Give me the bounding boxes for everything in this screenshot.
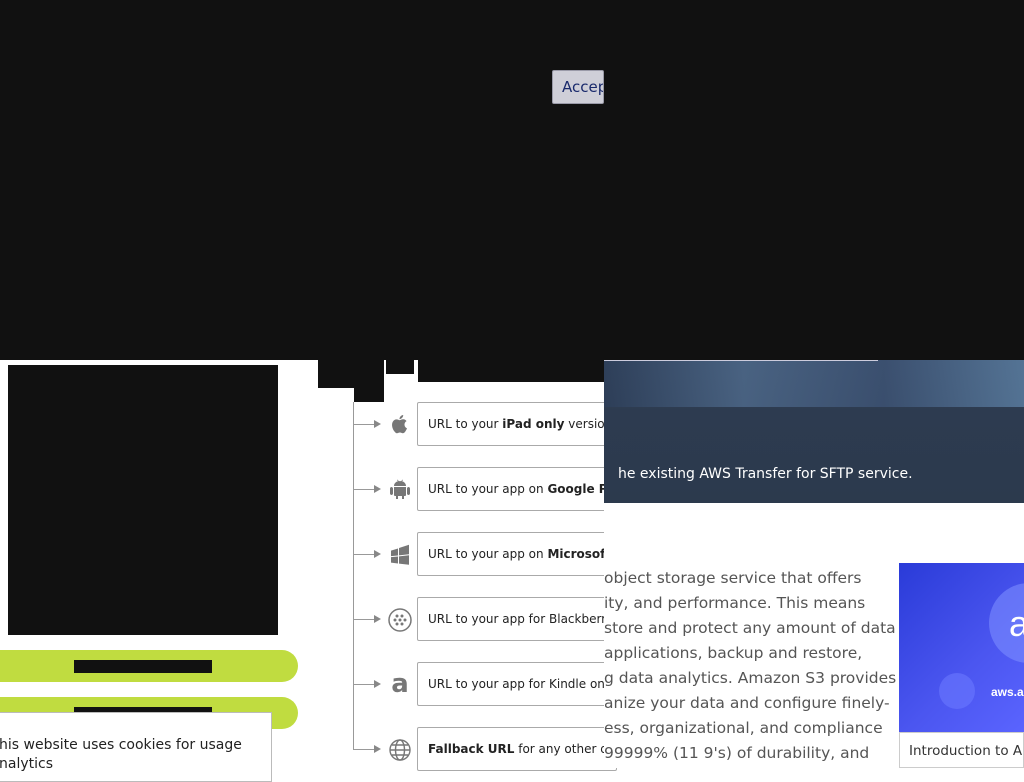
cookie-text-line-1: his website uses cookies for usage bbox=[0, 737, 242, 753]
google-play-url-field[interactable]: URL to your app on Google Play bbox=[417, 467, 617, 511]
description-line: ess, organizational, and compliance bbox=[604, 719, 883, 737]
fallback-url-field[interactable]: Fallback URL for any other device bbox=[417, 727, 617, 771]
arrow-right-icon bbox=[374, 745, 381, 753]
thumbnail-url: aws.a bbox=[991, 685, 1024, 699]
accept-button[interactable]: Accept bbox=[552, 70, 604, 104]
redacted-block bbox=[418, 360, 604, 382]
tree-branch bbox=[353, 554, 375, 555]
tree-connector bbox=[353, 402, 354, 750]
description-line: applications, backup and restore, bbox=[604, 644, 863, 662]
description-paragraph: object storage service that offers ity, … bbox=[604, 566, 897, 766]
aws-page-fragment: he existing AWS Transfer for SFTP servic… bbox=[604, 360, 1024, 768]
arrow-right-icon bbox=[374, 485, 381, 493]
kindle-url-field[interactable]: URL to your app for Kindle on Am bbox=[417, 662, 617, 706]
redacted-block bbox=[386, 360, 414, 374]
description-line: store and protect any amount of data bbox=[604, 619, 896, 637]
video-placeholder[interactable] bbox=[8, 365, 278, 635]
redacted-block bbox=[354, 360, 384, 402]
ipad-url-field[interactable]: URL to your iPad only version on bbox=[417, 402, 617, 446]
top-overlay bbox=[0, 0, 1024, 360]
video-caption[interactable]: Introduction to Am bbox=[899, 732, 1024, 768]
description-line: ity, and performance. This means bbox=[604, 594, 866, 612]
left-margin bbox=[0, 360, 8, 635]
blackberry-icon bbox=[388, 608, 412, 632]
amazon-icon: a bbox=[391, 669, 409, 699]
thumbnail-letter: a bbox=[1009, 603, 1024, 644]
redacted-label bbox=[74, 660, 212, 673]
arrow-right-icon bbox=[374, 420, 381, 428]
globe-icon bbox=[388, 738, 412, 762]
android-icon bbox=[388, 478, 412, 502]
hero-image bbox=[604, 360, 1024, 407]
hero-divider bbox=[604, 360, 878, 361]
tree-branch bbox=[353, 489, 375, 490]
tree-branch bbox=[353, 619, 375, 620]
description-line: g data analytics. Amazon S3 provides bbox=[604, 669, 897, 687]
windows-icon bbox=[388, 543, 412, 567]
tree-branch bbox=[353, 749, 375, 750]
video-thumbnail[interactable]: a aws.a bbox=[899, 563, 1024, 732]
arrow-right-icon bbox=[374, 680, 381, 688]
arrow-right-icon bbox=[374, 615, 381, 623]
tree-branch bbox=[353, 684, 375, 685]
redacted-block bbox=[318, 360, 354, 388]
description-line: object storage service that offers bbox=[604, 569, 862, 587]
arrow-right-icon bbox=[374, 550, 381, 558]
decorative-circle bbox=[939, 673, 975, 709]
microsoft-store-url-field[interactable]: URL to your app on Microsoft Sto bbox=[417, 532, 617, 576]
tree-branch bbox=[353, 424, 375, 425]
description-line: 99999% (11 9's) of durability, and bbox=[604, 744, 870, 762]
description-line: anize your data and configure finely- bbox=[604, 694, 890, 712]
green-pill-button-1[interactable] bbox=[0, 650, 298, 682]
cookie-text-line-2: nalytics bbox=[0, 756, 53, 772]
hero-text: he existing AWS Transfer for SFTP servic… bbox=[618, 466, 913, 482]
cookie-notice: his website uses cookies for usage nalyt… bbox=[0, 712, 272, 782]
blackberry-url-field[interactable]: URL to your app for Blackberry or bbox=[417, 597, 617, 641]
apple-icon bbox=[388, 412, 412, 436]
